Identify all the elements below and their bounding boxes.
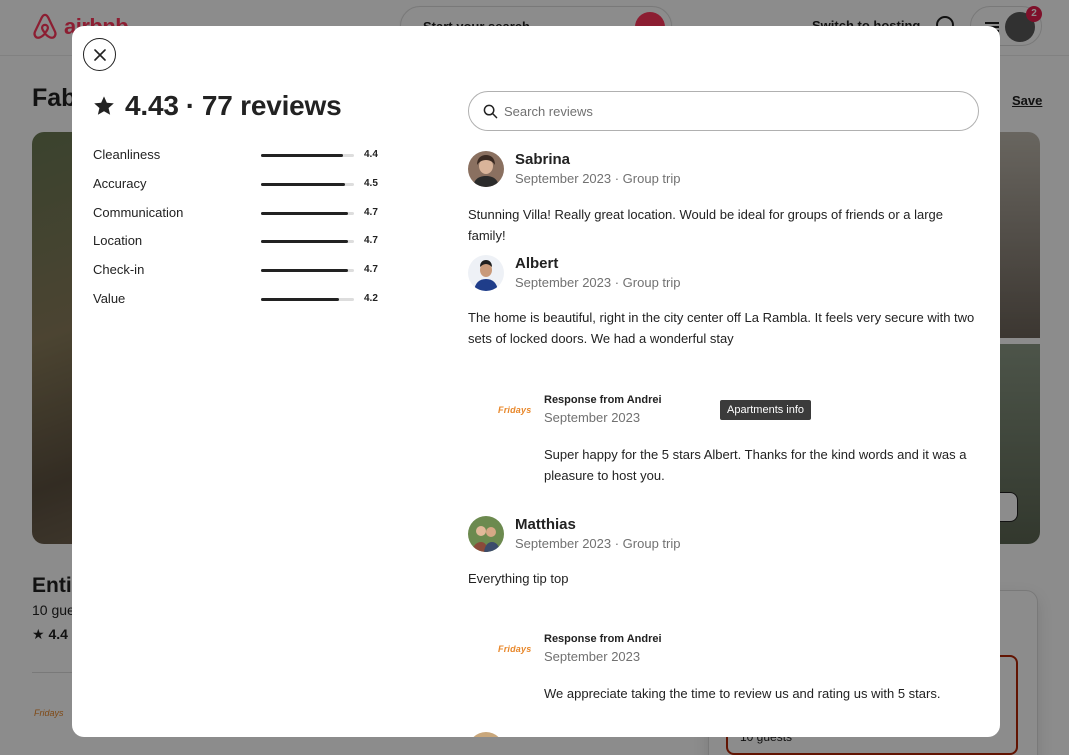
category-bar-track [261,297,354,301]
category-bar-fill [261,211,349,215]
category-rating-row: Value 4.2 [93,288,383,317]
response-text: We appreciate taking the time to review … [544,686,941,701]
category-bar-track [261,240,354,244]
host-response: Fridays Response from Andrei September 2… [496,394,967,494]
category-rating-row: Cleanliness 4.4 [93,144,383,173]
category-value: 4.7 [364,206,378,218]
category-bar-track [261,154,354,157]
reviewer-avatar[interactable] [468,516,504,552]
review-text: Stunning Villa! Really great location. W… [468,207,944,243]
category-value: 4.2 [364,292,378,304]
category-bar-fill [261,240,349,244]
category-value: 4.4 [364,149,378,160]
category-rating-row: Communication 4.7 [93,202,383,231]
category-bar-track [261,211,354,215]
category-bar-fill [261,269,349,273]
host-response: Fridays Response from Andrei September 2… [496,633,940,713]
host-response-logo: Fridays [498,644,532,654]
reviews-count: 77 reviews [201,90,342,121]
category-label: Check-in [93,262,145,278]
response-from: Response from Andrei [544,394,662,406]
host-response-logo: Fridays [498,405,532,415]
response-from: Response from Andrei [544,633,662,645]
rating-separator: · [185,90,195,121]
reviewer-name: Matthias [515,516,576,533]
review-meta: September 2023 · Group trip [515,536,681,551]
search-icon [483,104,498,119]
review-item: Matthias September 2023 · Group trip Eve… [468,516,983,586]
category-rating-row: Accuracy 4.5 [93,173,383,202]
response-text: Super happy for the 5 stars Albert. Than… [544,447,967,483]
category-label: Communication [93,204,184,220]
reviewer-avatar[interactable] [468,255,504,291]
reviews-modal: 4.43 · 77 reviews Cleanliness 4.4 Accuracy… [72,26,1000,737]
category-bar-fill [261,154,343,157]
search-reviews-input[interactable] [504,92,964,130]
category-rating-row: Check-in 4.7 [93,259,383,288]
reviewer-name: Albert [515,255,559,272]
star-icon [94,96,114,115]
review-item: Sabrina September 2023 · Group trip Stun… [468,151,983,243]
reviewer-name: Sabrina [515,151,571,168]
category-value: 4.7 [364,235,378,247]
category-value: 4.7 [364,264,378,276]
category-bar-track [261,269,354,273]
category-bar-fill [261,297,340,301]
response-date: September 2023 [544,410,641,425]
review-text: Everything tip top [468,571,569,586]
category-ratings: Cleanliness 4.4 Accuracy 4.5 Communication 4.… [93,144,383,317]
review-item: Albert September 2023 · Group trip The h… [468,255,983,355]
review-meta: September 2023 · Group trip [515,171,681,186]
category-rating-row: Location 4.7 [93,230,383,259]
overall-rating: 4.43 [125,90,179,121]
rating-summary: 4.43 · 77 reviews [93,90,342,122]
category-label: Cleanliness [93,147,161,162]
reviewer-avatar[interactable] [468,732,504,737]
category-label: Location [93,233,143,249]
tooltip: Apartments info [720,400,812,420]
reviewer-avatar[interactable] [468,151,504,187]
close-icon [93,48,106,61]
category-label: Accuracy [93,175,147,191]
category-bar-fill [261,182,345,186]
review-meta: September 2023 · Group trip [515,275,681,290]
search-reviews-box[interactable] [468,91,979,131]
category-bar-track [261,182,354,186]
review-text: The home is beautiful, right in the city… [468,310,975,346]
category-value: 4.5 [364,177,378,189]
response-date: September 2023 [544,649,641,664]
category-label: Value [93,290,126,306]
close-button[interactable] [83,38,116,71]
